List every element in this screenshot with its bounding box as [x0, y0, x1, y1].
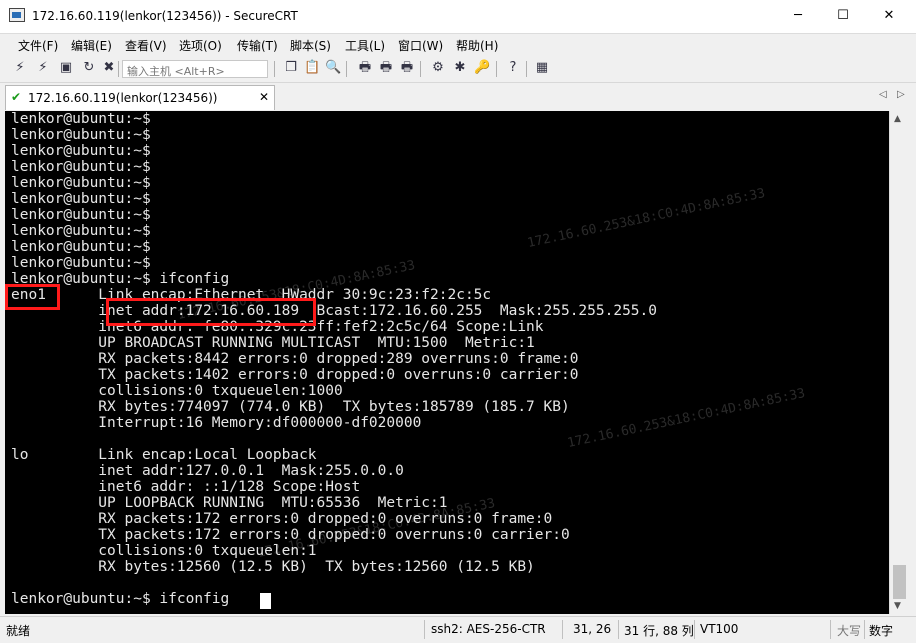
status-separator — [864, 620, 865, 639]
terminal-line: TX packets:1402 errors:0 dropped:0 overr… — [11, 367, 579, 383]
connected-check-icon: ✔ — [11, 90, 22, 104]
print-selection-icon[interactable]: 🖶 — [378, 60, 394, 76]
terminal-line: collisions:0 txqueuelen:1 — [11, 543, 317, 559]
terminal-line: lenkor@ubuntu:~$ — [11, 239, 151, 255]
status-separator — [618, 620, 619, 639]
terminal-line: inet6 addr: ::1/128 Scope:Host — [11, 479, 361, 495]
terminal-line: RX packets:8442 errors:0 dropped:289 ove… — [11, 351, 579, 367]
help-icon[interactable]: ? — [505, 60, 521, 76]
menu-options[interactable]: 选项(O) — [179, 37, 222, 54]
disconnect-icon[interactable]: ✖ — [101, 60, 117, 76]
status-bar: 就绪 ssh2: AES-256-CTR 31, 26 31 行, 88 列 V… — [0, 616, 916, 643]
toolbar-separator — [420, 61, 421, 77]
session-options-icon[interactable]: ⚙ — [430, 60, 446, 76]
terminal-line: RX bytes:774097 (774.0 KB) TX bytes:1857… — [11, 399, 570, 415]
maximize-button[interactable]: ☐ — [820, 0, 866, 32]
terminal-line: inet addr:127.0.0.1 Mask:255.0.0.0 — [11, 463, 404, 479]
paste-icon[interactable]: 📋 — [304, 60, 320, 76]
terminal-line: lenkor@ubuntu:~$ — [11, 175, 151, 191]
interface-name-highlight — [5, 284, 60, 310]
menu-bar: 文件(F) 编辑(E) 查看(V) 选项(O) 传输(T) 脚本(S) 工具(L… — [0, 33, 916, 55]
terminal-line: lo Link encap:Local Loopback — [11, 447, 317, 463]
terminal-line: lenkor@ubuntu:~$ — [11, 255, 151, 271]
status-connection: ssh2: AES-256-CTR — [431, 622, 546, 636]
keymap-icon[interactable]: 🔑 — [474, 60, 490, 76]
terminal-line: lenkor@ubuntu:~$ — [11, 207, 151, 223]
menu-view[interactable]: 查看(V) — [125, 37, 167, 54]
status-ready: 就绪 — [6, 624, 31, 638]
find-icon[interactable]: 🔍 — [325, 60, 341, 76]
terminal-line: lenkor@ubuntu:~$ — [11, 223, 151, 239]
status-num-lock: 数字 — [869, 624, 894, 638]
terminal-line: UP BROADCAST RUNNING MULTICAST MTU:1500 … — [11, 335, 535, 351]
terminal-line: TX packets:172 errors:0 dropped:0 overru… — [11, 527, 570, 543]
terminal-line: UP LOOPBACK RUNNING MTU:65536 Metric:1 — [11, 495, 448, 511]
menu-tools[interactable]: 工具(L) — [345, 37, 385, 54]
toolbar-separator — [118, 61, 119, 77]
scroll-down-icon[interactable]: ▼ — [894, 601, 901, 611]
sftp-icon[interactable]: ▦ — [534, 60, 550, 76]
terminal-line: collisions:0 txqueuelen:1000 — [11, 383, 343, 399]
connect-in-tab-icon[interactable]: ▣ — [58, 60, 74, 76]
terminal-line: lenkor@ubuntu:~$ — [11, 127, 151, 143]
toolbar-separator — [274, 61, 275, 77]
status-separator — [424, 620, 425, 639]
menu-help[interactable]: 帮助(H) — [456, 37, 498, 54]
inet-addr-highlight — [106, 298, 316, 326]
connect-icon[interactable]: ⚡ — [12, 60, 28, 76]
menu-script[interactable]: 脚本(S) — [290, 37, 331, 54]
menu-window[interactable]: 窗口(W) — [398, 37, 443, 54]
terminal-scrollbar[interactable]: ▲ ▼ — [889, 111, 909, 614]
minimize-button[interactable]: ─ — [775, 0, 821, 32]
print-icon[interactable]: 🖶 — [357, 60, 373, 76]
reconnect-icon[interactable]: ↻ — [81, 60, 97, 76]
terminal-line: RX packets:172 errors:0 dropped:0 overru… — [11, 511, 553, 527]
toolbar-separator — [346, 61, 347, 77]
quick-connect-input[interactable]: 输入主机 <Alt+R> — [122, 60, 268, 78]
status-terminal-size: 31 行, 88 列 — [624, 624, 694, 638]
title-bar: 172.16.60.119(lenkor(123456)) - SecureCR… — [0, 0, 916, 34]
terminal-line: lenkor@ubuntu:~$ — [11, 159, 151, 175]
menu-file[interactable]: 文件(F) — [18, 37, 58, 54]
tab-scroll-left-icon[interactable]: ◁ — [879, 89, 887, 100]
terminal-line: Interrupt:16 Memory:df000000-df020000 — [11, 415, 422, 431]
status-emulation: VT100 — [700, 622, 739, 636]
tab-close-icon[interactable]: ✕ — [259, 90, 269, 104]
menu-edit[interactable]: 编辑(E) — [71, 37, 112, 54]
terminal-line: lenkor@ubuntu:~$ ifconfig — [11, 591, 230, 607]
session-tab-label: 172.16.60.119(lenkor(123456)) — [28, 91, 218, 105]
terminal-line: lenkor@ubuntu:~$ — [11, 143, 151, 159]
status-separator — [694, 620, 695, 639]
securecrt-app-icon — [9, 8, 25, 22]
print-screen-icon[interactable]: 🖶 — [399, 60, 415, 76]
status-separator — [562, 620, 563, 639]
toolbar-separator — [496, 61, 497, 77]
menu-transfer[interactable]: 传输(T) — [237, 37, 278, 54]
status-cursor-position: 31, 26 — [573, 622, 612, 636]
terminal-output: lenkor@ubuntu:~$ lenkor@ubuntu:~$ lenkor… — [11, 111, 657, 607]
close-button[interactable]: ✕ — [866, 0, 912, 32]
status-separator — [830, 620, 831, 639]
tab-scroll-right-icon[interactable]: ▷ — [897, 89, 905, 100]
toolbar-separator — [526, 61, 527, 77]
terminal-line: lenkor@ubuntu:~$ — [11, 111, 151, 127]
window-title: 172.16.60.119(lenkor(123456)) - SecureCR… — [32, 9, 298, 23]
copy-icon[interactable]: ❐ — [283, 60, 299, 76]
quick-connect-icon[interactable]: ⚡ — [35, 60, 51, 76]
global-options-icon[interactable]: ✱ — [452, 60, 468, 76]
scrollbar-thumb[interactable] — [893, 565, 906, 599]
status-caps-lock: 大写 — [837, 624, 862, 638]
scroll-up-icon[interactable]: ▲ — [894, 114, 901, 124]
terminal-cursor — [260, 593, 271, 609]
session-tab-bar: ✔ 172.16.60.119(lenkor(123456)) ✕ ◁ ▷ — [0, 84, 916, 111]
session-tab[interactable]: ✔ 172.16.60.119(lenkor(123456)) ✕ — [5, 85, 275, 110]
terminal-screen[interactable]: 172.16.60.253&18:C0:4D:8A:85:33 172.16.6… — [5, 111, 889, 614]
terminal-line: lenkor@ubuntu:~$ — [11, 191, 151, 207]
terminal-line: RX bytes:12560 (12.5 KB) TX bytes:12560 … — [11, 559, 535, 575]
